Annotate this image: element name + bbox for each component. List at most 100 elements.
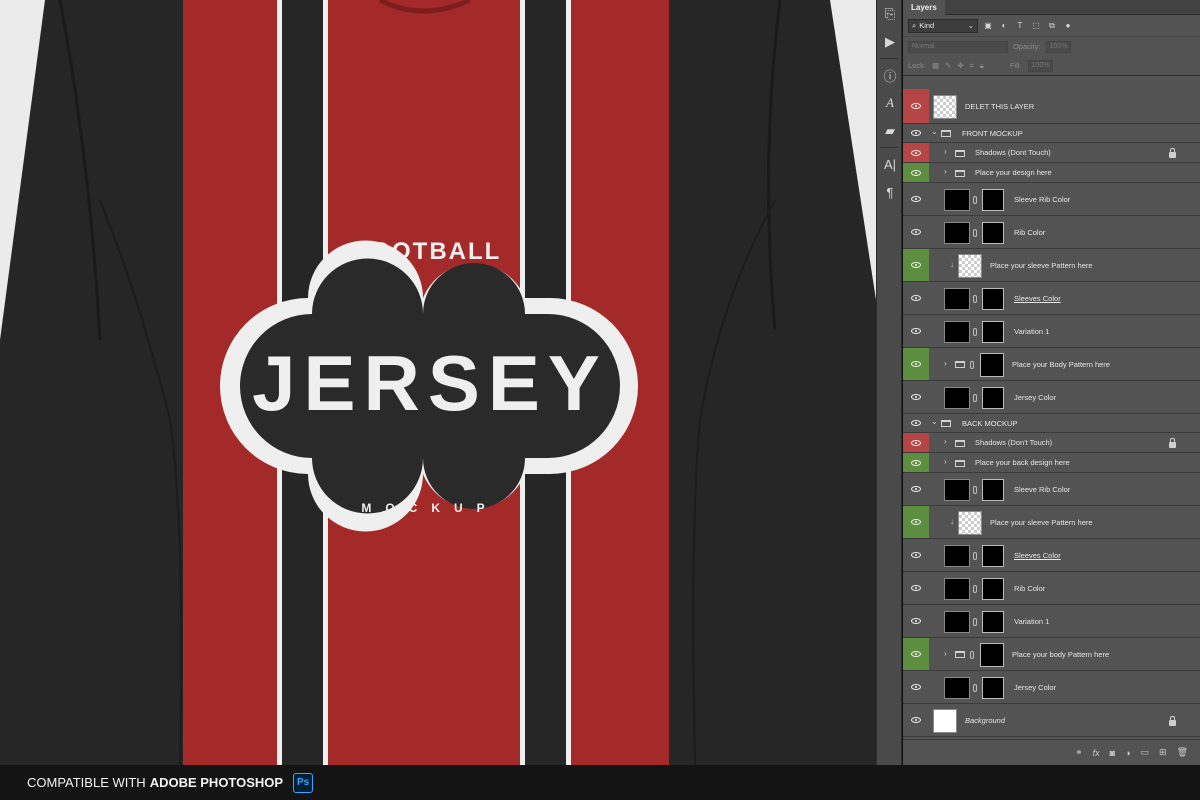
layer-row[interactable]: Background: [903, 704, 1200, 737]
layer-row[interactable]: Sleeve Rib Color: [903, 183, 1200, 216]
info-icon[interactable]: ⓘ: [877, 61, 903, 89]
pixel-filter-icon[interactable]: ▣: [982, 20, 994, 32]
trash-icon[interactable]: 🗑︎: [1177, 747, 1188, 758]
paragraph-icon[interactable]: ¶: [877, 178, 903, 206]
layer-name[interactable]: Background: [965, 716, 1005, 725]
layer-row[interactable]: › Shadows (Dont Touch): [903, 143, 1200, 163]
visibility-toggle[interactable]: [903, 183, 929, 215]
layer-name[interactable]: Shadows (Don't Touch): [975, 438, 1052, 447]
adjustment-icon[interactable]: ◑: [1125, 748, 1130, 758]
layer-name[interactable]: Variation 1: [1014, 327, 1049, 336]
layer-name[interactable]: Rib Color: [1014, 228, 1045, 237]
layer-name[interactable]: Place your sleeve Pattern here: [990, 518, 1093, 527]
history-icon[interactable]: ⎘: [877, 0, 903, 28]
layer-row[interactable]: Sleeves Color: [903, 282, 1200, 315]
layer-name[interactable]: BACK MOCKUP: [962, 419, 1017, 428]
layer-name[interactable]: Place your design here: [975, 168, 1052, 177]
opacity-field[interactable]: 100%: [1045, 40, 1072, 53]
layer-row[interactable]: ⌄ BACK MOCKUP: [903, 414, 1200, 433]
adjustment-filter-icon[interactable]: ◐: [998, 20, 1010, 32]
layer-name[interactable]: Sleeves Color: [1014, 294, 1061, 303]
visibility-toggle[interactable]: [903, 506, 929, 538]
visibility-toggle[interactable]: [903, 315, 929, 347]
lock-image-icon[interactable]: ✎: [945, 61, 951, 70]
visibility-toggle[interactable]: [903, 381, 929, 413]
layer-name[interactable]: Shadows (Dont Touch): [975, 148, 1051, 157]
layer-row[interactable]: Jersey Color: [903, 381, 1200, 414]
layer-row[interactable]: › Place your body Pattern here: [903, 638, 1200, 671]
layer-name[interactable]: Sleeves Color: [1014, 551, 1061, 560]
layer-row[interactable]: › Place your design here: [903, 163, 1200, 183]
layer-row[interactable]: Variation 1: [903, 315, 1200, 348]
visibility-toggle[interactable]: [903, 473, 929, 505]
layer-name[interactable]: Jersey Color: [1014, 393, 1056, 402]
visibility-toggle[interactable]: [903, 433, 929, 452]
layer-name[interactable]: Place your sleeve Pattern here: [990, 261, 1093, 270]
visibility-toggle[interactable]: [903, 216, 929, 248]
visibility-toggle[interactable]: [903, 671, 929, 703]
lock-label: Lock:: [908, 61, 926, 70]
visibility-toggle[interactable]: [903, 124, 929, 142]
layer-row[interactable]: Jersey Color: [903, 671, 1200, 704]
layer-row[interactable]: Sleeves Color: [903, 539, 1200, 572]
play-icon[interactable]: ▶: [877, 28, 903, 56]
visibility-toggle[interactable]: [903, 282, 929, 314]
visibility-toggle[interactable]: [903, 605, 929, 637]
layer-name[interactable]: Rib Color: [1014, 584, 1045, 593]
layer-name[interactable]: Jersey Color: [1014, 683, 1056, 692]
layer-row[interactable]: ↓ Place your sleeve Pattern here: [903, 506, 1200, 539]
visibility-toggle[interactable]: [903, 704, 929, 736]
layer-row[interactable]: Rib Color: [903, 572, 1200, 605]
comment-icon[interactable]: ▰: [877, 117, 903, 145]
filter-toggle-icon[interactable]: ●: [1062, 20, 1074, 32]
visibility-toggle[interactable]: [903, 163, 929, 182]
visibility-toggle[interactable]: [903, 453, 929, 472]
layer-name[interactable]: Sleeve Rib Color: [1014, 195, 1070, 204]
layer-row[interactable]: ↓ Place your sleeve Pattern here: [903, 249, 1200, 282]
blend-mode-select[interactable]: Normal: [908, 40, 1008, 53]
layer-name[interactable]: FRONT MOCKUP: [962, 129, 1023, 138]
layer-row[interactable]: Rib Color: [903, 216, 1200, 249]
shape-filter-icon[interactable]: ⬚: [1030, 20, 1042, 32]
new-layer-icon[interactable]: ⊞: [1159, 747, 1167, 758]
fill-field[interactable]: 100%: [1027, 59, 1054, 72]
link-layers-icon[interactable]: ⚭: [1075, 747, 1083, 758]
layer-name[interactable]: Place your body Pattern here: [1012, 650, 1109, 659]
layer-row[interactable]: Sleeve Rib Color: [903, 473, 1200, 506]
new-group-icon[interactable]: ▭: [1141, 747, 1150, 758]
layer-row[interactable]: › Shadows (Don't Touch): [903, 433, 1200, 453]
type-filter-icon[interactable]: T: [1014, 20, 1026, 32]
lock-transparency-icon[interactable]: ▦: [932, 61, 939, 70]
layer-name[interactable]: DELET THIS LAYER: [965, 102, 1034, 111]
layer-name[interactable]: Place your Body Pattern here: [1012, 360, 1110, 369]
link-icon: [973, 393, 977, 402]
visibility-toggle[interactable]: [903, 348, 929, 380]
visibility-toggle[interactable]: [903, 249, 929, 281]
fx-icon[interactable]: fx: [1093, 748, 1100, 758]
layer-row[interactable]: DELET THIS LAYER: [903, 89, 1200, 124]
visibility-toggle[interactable]: [903, 572, 929, 604]
layer-name[interactable]: Variation 1: [1014, 617, 1049, 626]
layer-name[interactable]: Sleeve Rib Color: [1014, 485, 1070, 494]
layer-row[interactable]: ⌄ FRONT MOCKUP: [903, 124, 1200, 143]
smart-object-filter-icon[interactable]: ⧉: [1046, 20, 1058, 32]
add-mask-icon[interactable]: ◙: [1110, 748, 1115, 758]
character-icon[interactable]: A: [877, 89, 903, 117]
visibility-toggle[interactable]: [903, 638, 929, 670]
layer-row[interactable]: Variation 1: [903, 605, 1200, 638]
visibility-toggle[interactable]: [903, 89, 929, 123]
kind-filter-select[interactable]: ⌕ Kind ⌄: [908, 18, 978, 33]
link-icon: [973, 617, 977, 626]
layer-name[interactable]: Place your back design here: [975, 458, 1070, 467]
paragraph-style-icon[interactable]: A|: [877, 150, 903, 178]
visibility-toggle[interactable]: [903, 539, 929, 571]
visibility-toggle[interactable]: [903, 414, 929, 432]
layer-row[interactable]: › Place your Body Pattern here: [903, 348, 1200, 381]
lock-all-icon[interactable]: 🔒︎: [980, 61, 984, 71]
visibility-toggle[interactable]: [903, 143, 929, 162]
layer-thumbnail: [933, 708, 957, 733]
layer-row[interactable]: › Place your back design here: [903, 453, 1200, 473]
tab-layers[interactable]: Layers: [903, 0, 945, 15]
lock-artboard-icon[interactable]: ⌗: [970, 61, 974, 71]
lock-position-icon[interactable]: ✥: [957, 61, 963, 70]
